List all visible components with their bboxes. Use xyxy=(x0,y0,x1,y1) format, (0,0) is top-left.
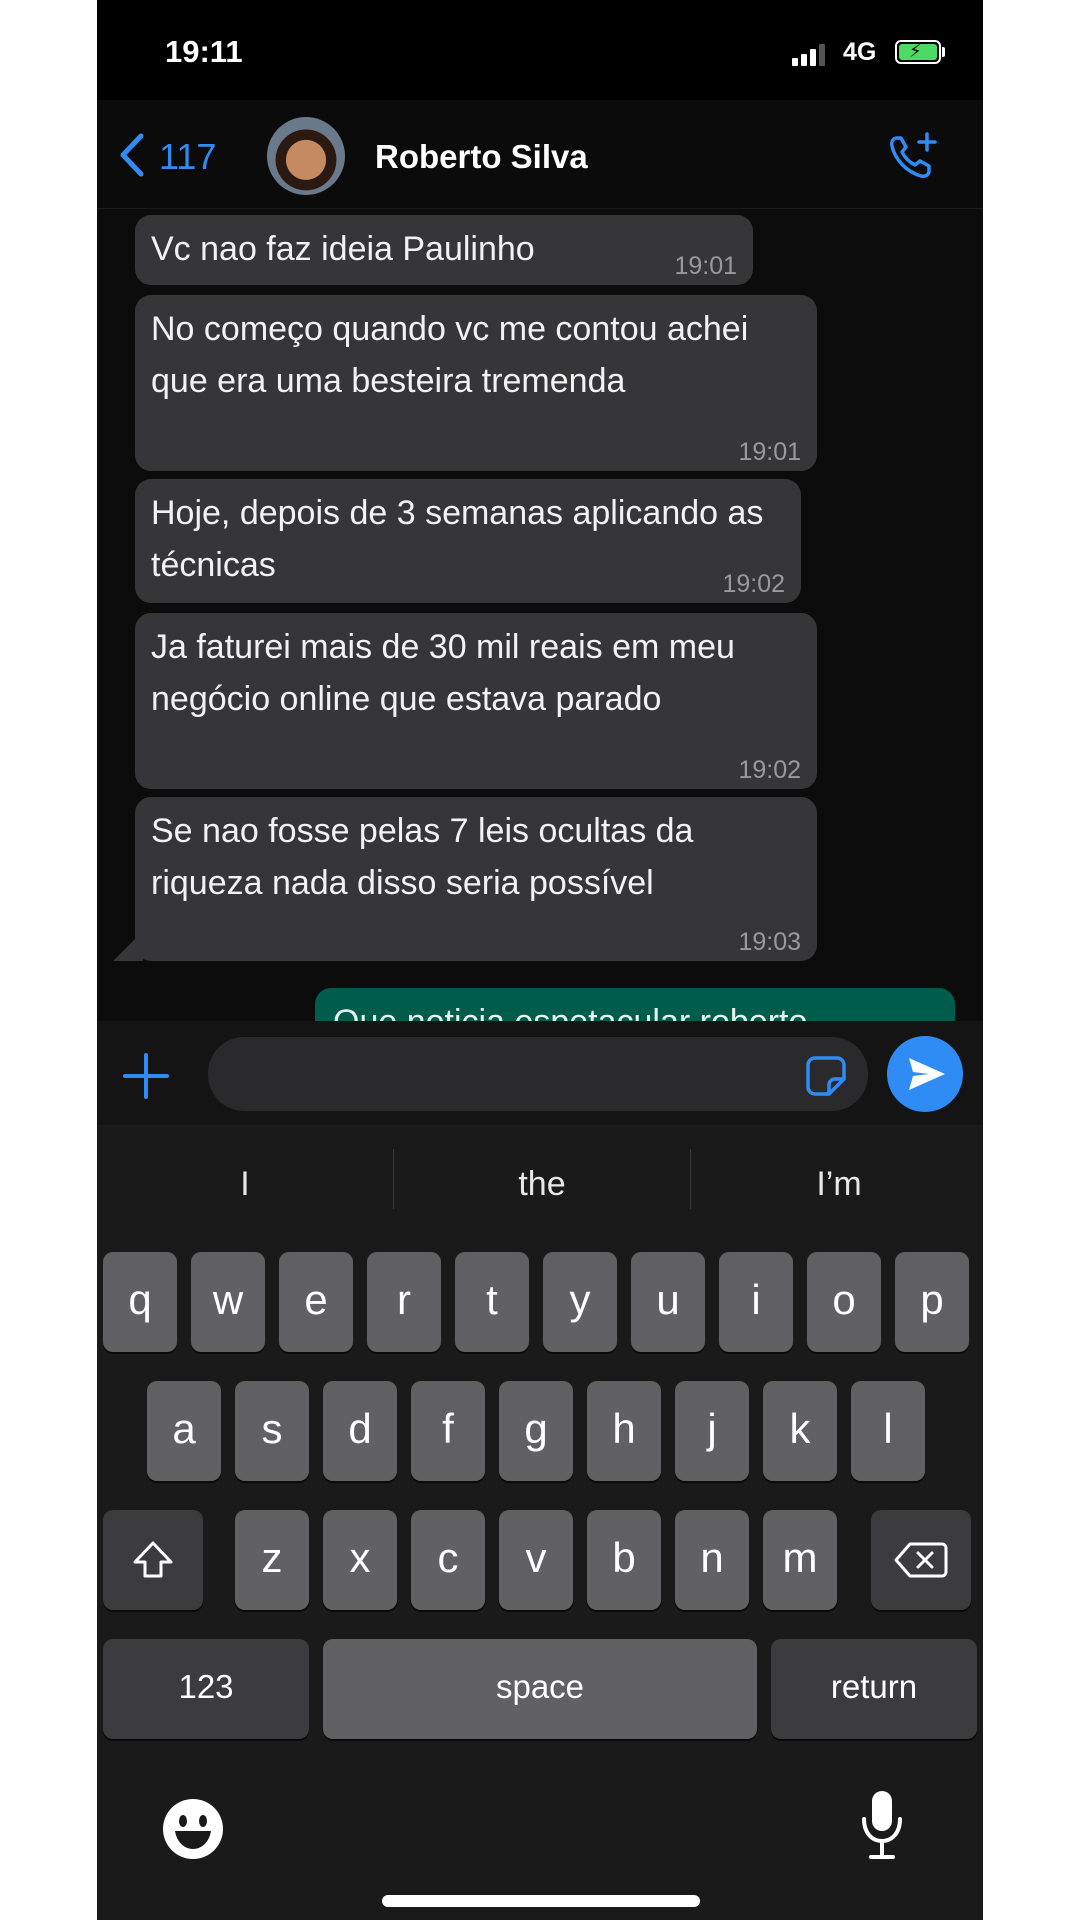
key-k[interactable]: k xyxy=(763,1381,837,1481)
suggestion-1[interactable]: I xyxy=(97,1165,393,1204)
key-f[interactable]: f xyxy=(411,1381,485,1481)
backspace-icon xyxy=(894,1542,948,1578)
back-chevron-icon[interactable] xyxy=(115,132,147,183)
key-r[interactable]: r xyxy=(367,1252,441,1352)
emoji-icon[interactable] xyxy=(161,1797,225,1861)
chat-header: 117 Roberto Silva xyxy=(97,100,983,209)
key-t[interactable]: t xyxy=(455,1252,529,1352)
key-z[interactable]: z xyxy=(235,1510,309,1610)
key-i[interactable]: i xyxy=(719,1252,793,1352)
outgoing-message-bubble[interactable]: Que noticia espetacular roberto xyxy=(315,988,955,1021)
message-text: Vc nao faz ideia Paulinho xyxy=(151,230,535,268)
numbers-key[interactable]: 123 xyxy=(103,1639,309,1739)
message-text: Hoje, depois de 3 semanas aplicando as t… xyxy=(151,494,764,584)
plus-icon[interactable] xyxy=(123,1053,169,1099)
back-button-count[interactable]: 117 xyxy=(159,136,216,178)
key-m[interactable]: m xyxy=(763,1510,837,1610)
composer-bar xyxy=(97,1021,983,1125)
key-u[interactable]: u xyxy=(631,1252,705,1352)
key-p[interactable]: p xyxy=(895,1252,969,1352)
message-list[interactable]: Vc nao faz ideia Paulinho 19:01 No começ… xyxy=(97,209,983,1021)
message-text: No começo quando vc me contou achei que … xyxy=(151,310,749,400)
home-indicator xyxy=(382,1895,700,1907)
message-bubble[interactable]: No começo quando vc me contou achei que … xyxy=(135,295,817,471)
key-v[interactable]: v xyxy=(499,1510,573,1610)
key-o[interactable]: o xyxy=(807,1252,881,1352)
key-n[interactable]: n xyxy=(675,1510,749,1610)
key-q[interactable]: q xyxy=(103,1252,177,1352)
message-text: Se nao fosse pelas 7 leis ocultas da riq… xyxy=(151,812,694,902)
avatar[interactable] xyxy=(267,117,345,195)
message-time: 19:01 xyxy=(674,252,737,280)
key-a[interactable]: a xyxy=(147,1381,221,1481)
status-time: 19:11 xyxy=(165,34,243,69)
send-button[interactable] xyxy=(887,1036,963,1112)
microphone-icon[interactable] xyxy=(859,1789,905,1861)
outgoing-message-text: Que noticia espetacular roberto xyxy=(333,1003,807,1021)
key-w[interactable]: w xyxy=(191,1252,265,1352)
key-h[interactable]: h xyxy=(587,1381,661,1481)
signal-icon xyxy=(792,42,832,66)
add-call-icon[interactable] xyxy=(887,130,939,182)
key-b[interactable]: b xyxy=(587,1510,661,1610)
battery-icon: ⚡ xyxy=(895,40,941,64)
return-key[interactable]: return xyxy=(771,1639,977,1739)
backspace-key[interactable] xyxy=(871,1510,971,1610)
key-g[interactable]: g xyxy=(499,1381,573,1481)
key-l[interactable]: l xyxy=(851,1381,925,1481)
key-y[interactable]: y xyxy=(543,1252,617,1352)
suggestion-2[interactable]: the xyxy=(394,1165,690,1204)
message-text: Ja faturei mais de 30 mil reais em meu n… xyxy=(151,628,735,718)
message-time: 19:03 xyxy=(738,928,801,956)
space-key[interactable]: space xyxy=(323,1639,757,1739)
shift-icon xyxy=(133,1541,173,1578)
key-j[interactable]: j xyxy=(675,1381,749,1481)
message-time: 19:02 xyxy=(738,756,801,784)
key-d[interactable]: d xyxy=(323,1381,397,1481)
key-s[interactable]: s xyxy=(235,1381,309,1481)
message-time: 19:02 xyxy=(722,570,785,598)
message-tail xyxy=(113,931,143,961)
key-c[interactable]: c xyxy=(411,1510,485,1610)
keyboard: I the I’m q w e r t y u i o p a s d f g … xyxy=(97,1125,983,1920)
key-e[interactable]: e xyxy=(279,1252,353,1352)
message-bubble[interactable]: Vc nao faz ideia Paulinho 19:01 xyxy=(135,215,753,285)
suggestion-3[interactable]: I’m xyxy=(691,1165,983,1204)
message-time: 19:01 xyxy=(738,438,801,466)
send-icon xyxy=(909,1058,945,1090)
key-x[interactable]: x xyxy=(323,1510,397,1610)
message-input[interactable] xyxy=(208,1037,868,1111)
message-bubble[interactable]: Se nao fosse pelas 7 leis ocultas da riq… xyxy=(135,797,817,961)
network-type: 4G xyxy=(843,38,877,66)
shift-key[interactable] xyxy=(103,1510,203,1610)
message-bubble[interactable]: Hoje, depois de 3 semanas aplicando as t… xyxy=(135,479,801,603)
contact-name[interactable]: Roberto Silva xyxy=(375,138,588,176)
sticker-icon[interactable] xyxy=(805,1055,847,1097)
phone-screen: 19:11 4G ⚡ 117 Roberto Silva Vc nao faz … xyxy=(97,0,983,1920)
message-bubble[interactable]: Ja faturei mais de 30 mil reais em meu n… xyxy=(135,613,817,789)
battery-tip xyxy=(942,47,945,57)
